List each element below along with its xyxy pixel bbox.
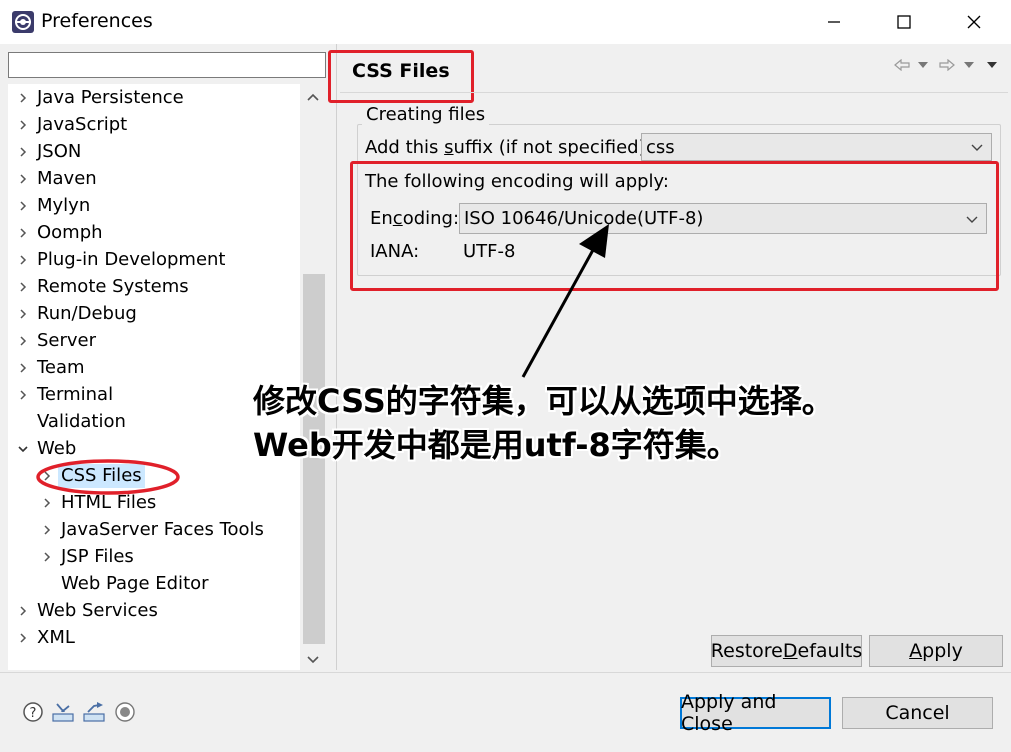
tree-item-label: JavaServer Faces Tools — [61, 519, 264, 540]
chevron-right-icon[interactable] — [14, 382, 32, 408]
close-button[interactable] — [951, 0, 997, 44]
tree-item-label: Run/Debug — [37, 303, 137, 324]
forward-dropdown-icon[interactable] — [962, 56, 976, 74]
tree-item-label: Oomph — [37, 222, 103, 243]
view-menu-icon[interactable] — [985, 56, 999, 74]
apply-mnemonic: A — [909, 640, 923, 662]
footer-separator — [0, 672, 1011, 673]
suffix-value: css — [646, 136, 675, 158]
chevron-right-icon[interactable] — [14, 112, 32, 138]
suffix-combo[interactable]: css — [641, 133, 992, 161]
tree-item-label: Mylyn — [37, 195, 91, 216]
header-separator — [340, 92, 1008, 93]
apply-button[interactable]: Apply — [869, 635, 1003, 667]
chevron-right-icon[interactable] — [14, 166, 32, 192]
panel-divider — [336, 44, 337, 670]
apply-label: pply — [922, 640, 963, 662]
chevron-down-icon[interactable] — [969, 138, 985, 156]
chevron-right-icon[interactable] — [14, 193, 32, 219]
chevron-right-icon[interactable] — [14, 301, 32, 327]
tree-item-label: XML — [37, 627, 75, 648]
tree-item-label: JSON — [37, 141, 82, 162]
apply-and-close-button[interactable]: Apply and Close — [680, 691, 831, 735]
tree-item-label: JSP Files — [61, 546, 134, 567]
suffix-label-text: Add this — [365, 137, 445, 158]
eclipse-app-icon — [11, 10, 35, 34]
filter-input[interactable] — [8, 52, 326, 78]
back-dropdown-icon[interactable] — [916, 56, 930, 74]
tree-item-label: Java Persistence — [37, 87, 184, 108]
chevron-right-icon[interactable] — [14, 85, 32, 111]
tree-item-label: Web Page Editor — [61, 573, 209, 594]
chevron-right-icon[interactable] — [38, 544, 56, 570]
chevron-right-icon[interactable] — [38, 517, 56, 543]
annotation-text-line2: Web开发中都是用utf-8字符集。 — [253, 426, 739, 464]
export-icon[interactable] — [82, 700, 106, 724]
encoding-highlight-box — [350, 161, 999, 291]
minimize-icon — [828, 21, 840, 23]
minimize-button[interactable] — [811, 0, 857, 44]
record-icon[interactable] — [113, 700, 137, 724]
tree-item-label: Validation — [37, 411, 126, 432]
group-label: Creating files — [362, 104, 490, 125]
suffix-label-text-rest: uffix (if not specified): — [453, 137, 652, 158]
window-title: Preferences — [41, 10, 153, 32]
tree-item-label: Plug-in Development — [37, 249, 226, 270]
svg-text:?: ? — [30, 706, 37, 721]
tree-item-label: Maven — [37, 168, 97, 189]
annotation-text-line1: 修改CSS的字符集，可以从选项中选择。 — [253, 382, 834, 420]
tree-item-label: Terminal — [37, 384, 114, 405]
restore-label-rest: efaults — [797, 640, 863, 662]
tree-item-label: JavaScript — [37, 114, 128, 135]
restore-mnemonic: D — [782, 640, 798, 662]
cancel-button[interactable]: Cancel — [842, 697, 993, 729]
close-icon — [967, 15, 981, 29]
chevron-right-icon[interactable] — [14, 274, 32, 300]
chevron-right-icon[interactable] — [14, 355, 32, 381]
maximize-button[interactable] — [881, 0, 927, 44]
annotation-arrow-icon — [521, 224, 609, 378]
restore-label: Restore — [710, 640, 783, 662]
suffix-label: Add this suffix (if not specified): — [365, 137, 652, 158]
chevron-right-icon[interactable] — [14, 598, 32, 624]
tree-item-label: Web Services — [37, 600, 158, 621]
chevron-down-icon[interactable] — [14, 436, 32, 462]
scroll-down-arrow-icon[interactable] — [300, 647, 326, 673]
chevron-right-icon[interactable] — [14, 625, 32, 651]
chevron-right-icon[interactable] — [14, 139, 32, 165]
back-arrow-icon[interactable] — [893, 56, 911, 74]
title-highlight-box — [328, 50, 474, 103]
suffix-label-mnemonic: s — [444, 137, 454, 158]
chevron-right-icon[interactable] — [14, 247, 32, 273]
highlight-ellipse — [36, 459, 180, 495]
chevron-right-icon[interactable] — [14, 328, 32, 354]
tree-item-label: Server — [37, 330, 97, 351]
tree-item-label: Remote Systems — [37, 276, 189, 297]
scroll-up-arrow-icon[interactable] — [300, 84, 326, 110]
restore-defaults-button[interactable]: Restore Defaults — [711, 635, 862, 667]
tree-item-label: Team — [37, 357, 85, 378]
maximize-icon — [897, 15, 911, 29]
help-icon[interactable]: ? — [21, 700, 45, 724]
forward-arrow-icon[interactable] — [938, 56, 956, 74]
chevron-right-icon[interactable] — [14, 220, 32, 246]
import-icon[interactable] — [51, 700, 75, 724]
